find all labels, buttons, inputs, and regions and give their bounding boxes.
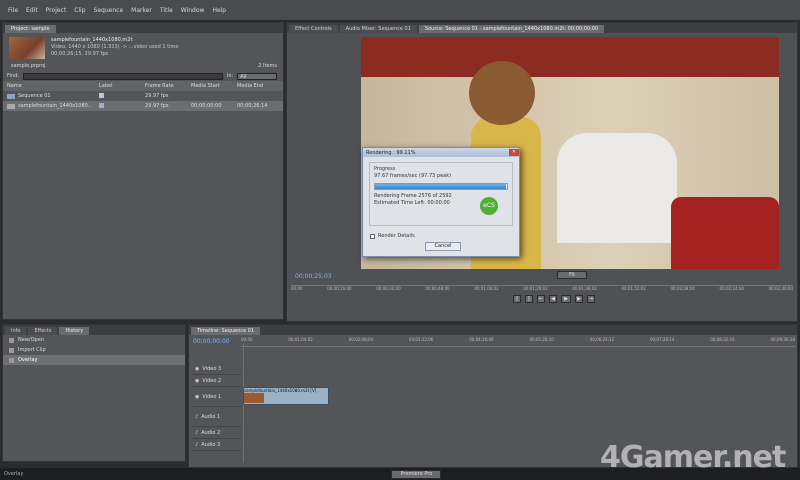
track-audio-1[interactable]: ♪ Audio 1 <box>191 407 241 427</box>
transport-controls: { } ⇤ ◀ ▶ ▶ ⇥ <box>513 295 595 303</box>
menu-project[interactable]: Project <box>46 7 67 14</box>
in-label: In: <box>226 73 234 79</box>
col-media-start[interactable]: Media Start <box>191 83 237 89</box>
history-panel: Info Effects History New/Open Import Cli… <box>2 324 186 462</box>
tab-source[interactable]: Source: Sequence 01 - samplefountain_144… <box>418 25 605 33</box>
play-icon[interactable]: ▶ <box>561 295 571 303</box>
close-icon[interactable]: ✕ <box>509 149 519 156</box>
fit-select[interactable]: Fit <box>557 271 587 279</box>
speaker-icon[interactable]: ♪ <box>195 430 198 436</box>
menu-edit[interactable]: Edit <box>26 7 38 14</box>
menu-window[interactable]: Window <box>181 7 205 14</box>
dialog-titlebar: Rendering : 99.11% ✕ <box>363 148 519 157</box>
project-file-name: sample.prproj <box>11 63 46 69</box>
track-headers: ◉ Video 3 ◉ Video 2 ◉ Video 1 ♪ Audio 1 ♪ Aud… <box>191 363 241 451</box>
history-item[interactable]: Import Clip <box>3 345 185 355</box>
tab-audio-mixer[interactable]: Audio Mixer: Sequence 01 <box>339 25 417 33</box>
step-forward-icon[interactable]: ▶ <box>575 295 583 303</box>
tab-effects[interactable]: Effects <box>28 327 58 335</box>
col-media-end[interactable]: Media End <box>237 83 283 89</box>
progress-bar-fill <box>375 184 506 189</box>
history-item[interactable]: Overlay <box>3 355 185 365</box>
history-item[interactable]: New/Open <box>3 335 185 345</box>
render-details-label: Render Details <box>378 233 415 239</box>
clip-duration: 00;00;26;15, 29.97 fps <box>51 51 109 57</box>
progress-bar <box>374 183 508 190</box>
video-clip-thumbnail <box>244 393 264 403</box>
timeline-timecode[interactable]: 00;00;00;00 <box>193 338 230 345</box>
col-name[interactable]: Name <box>7 83 99 89</box>
tab-info[interactable]: Info <box>5 327 27 335</box>
track-audio-3[interactable]: ♪ Audio 3 <box>191 439 241 451</box>
menu-help[interactable]: Help <box>212 7 226 14</box>
watermark-logo: 4Gamer.net <box>600 440 786 475</box>
ecs-badge-icon: eCS <box>480 197 498 215</box>
find-input[interactable] <box>22 72 223 80</box>
history-step-icon <box>9 357 14 363</box>
clip-thumbnail <box>9 37 45 59</box>
go-to-out-icon[interactable]: ⇥ <box>587 295 595 303</box>
video-clip-label: samplefountain_1440x1080.m2t [V] <box>244 388 317 393</box>
speaker-icon[interactable]: ♪ <box>195 442 198 448</box>
video-clip[interactable]: samplefountain_1440x1080.m2t [V] <box>243 387 329 405</box>
track-video-2[interactable]: ◉ Video 2 <box>191 375 241 387</box>
track-audio-2[interactable]: ♪ Audio 2 <box>191 427 241 439</box>
clip-name: samplefountain_1440x1080.m2t <box>51 37 133 43</box>
step-back-icon[interactable]: ◀ <box>549 295 557 303</box>
wall-trim <box>361 37 779 77</box>
sequence-icon <box>7 93 15 99</box>
render-details-checkbox[interactable] <box>370 233 375 239</box>
eye-icon[interactable]: ◉ <box>195 366 199 372</box>
tab-project[interactable]: Project: sample <box>5 25 56 33</box>
tab-effect-controls[interactable]: Effect Controls <box>289 25 338 33</box>
tab-timeline[interactable]: Timeline: Sequence 01 <box>191 327 261 335</box>
clip-info: Video, 1440 x 1080 (1.333) -> ...video u… <box>51 44 179 50</box>
red-sofa <box>671 197 779 269</box>
mark-in-icon[interactable]: { <box>513 295 521 303</box>
frame-rate-text: 97.67 frames/sec (97.73 peak) <box>374 173 452 179</box>
eye-icon[interactable]: ◉ <box>195 378 199 384</box>
dialog-title: Rendering : 99.11% <box>366 149 416 156</box>
menu-title[interactable]: Title <box>160 7 173 14</box>
items-count: 2 Items <box>258 63 277 69</box>
col-label[interactable]: Label <box>99 83 145 89</box>
source-timecode: 00;00;25;03 <box>295 273 332 280</box>
speaker-icon[interactable]: ♪ <box>195 414 198 420</box>
progress-group-label: Progress <box>374 166 396 172</box>
in-select[interactable]: All <box>237 72 278 80</box>
source-monitor-panel: Effect Controls Audio Mixer: Sequence 01… <box>286 22 798 322</box>
rendering-dialog: Rendering : 99.11% ✕ Progress 97.67 fram… <box>362 147 520 257</box>
table-row[interactable]: Sequence 01 29.97 fps <box>3 91 283 101</box>
project-column-headers: Name Label Frame Rate Media Start Media … <box>3 81 283 91</box>
tab-history[interactable]: History <box>59 327 90 335</box>
bedding <box>557 133 677 243</box>
menu-clip[interactable]: Clip <box>74 7 85 14</box>
history-step-icon <box>9 347 14 353</box>
menu-bar: File Edit Project Clip Sequence Marker T… <box>0 0 800 20</box>
label-swatch <box>99 102 104 108</box>
child-head <box>469 61 535 125</box>
col-frame-rate[interactable]: Frame Rate <box>145 83 191 89</box>
mark-out-icon[interactable]: } <box>525 295 533 303</box>
status-text: Overlay <box>4 471 24 477</box>
progress-group: Progress 97.67 frames/sec (97.73 peak) R… <box>369 162 513 226</box>
cancel-button[interactable]: Cancel <box>425 242 461 251</box>
track-video-1[interactable]: ◉ Video 1 <box>191 387 241 407</box>
project-panel: Project: sample samplefountain_1440x1080… <box>2 22 284 320</box>
menu-file[interactable]: File <box>8 7 18 14</box>
table-row[interactable]: samplefountain_1440x1080... 29.97 fps 00… <box>3 101 283 111</box>
go-to-in-icon[interactable]: ⇤ <box>537 295 545 303</box>
taskbar-app-button[interactable]: Premiere Pro <box>391 469 442 479</box>
menu-marker[interactable]: Marker <box>131 7 152 14</box>
history-step-icon <box>9 337 14 343</box>
track-video-3[interactable]: ◉ Video 3 <box>191 363 241 375</box>
label-swatch <box>99 92 104 98</box>
eye-icon[interactable]: ◉ <box>195 394 199 400</box>
find-label: Find: <box>7 73 19 79</box>
timeline-ruler[interactable]: 00;00 00;01;04;02 00;02;08;04 00;03;12;0… <box>241 337 795 347</box>
menu-sequence[interactable]: Sequence <box>94 7 124 14</box>
clip-icon <box>7 103 15 109</box>
source-ruler[interactable]: 00;00 00;00;16;00 00;00;32;00 00;00;48;0… <box>291 285 793 293</box>
